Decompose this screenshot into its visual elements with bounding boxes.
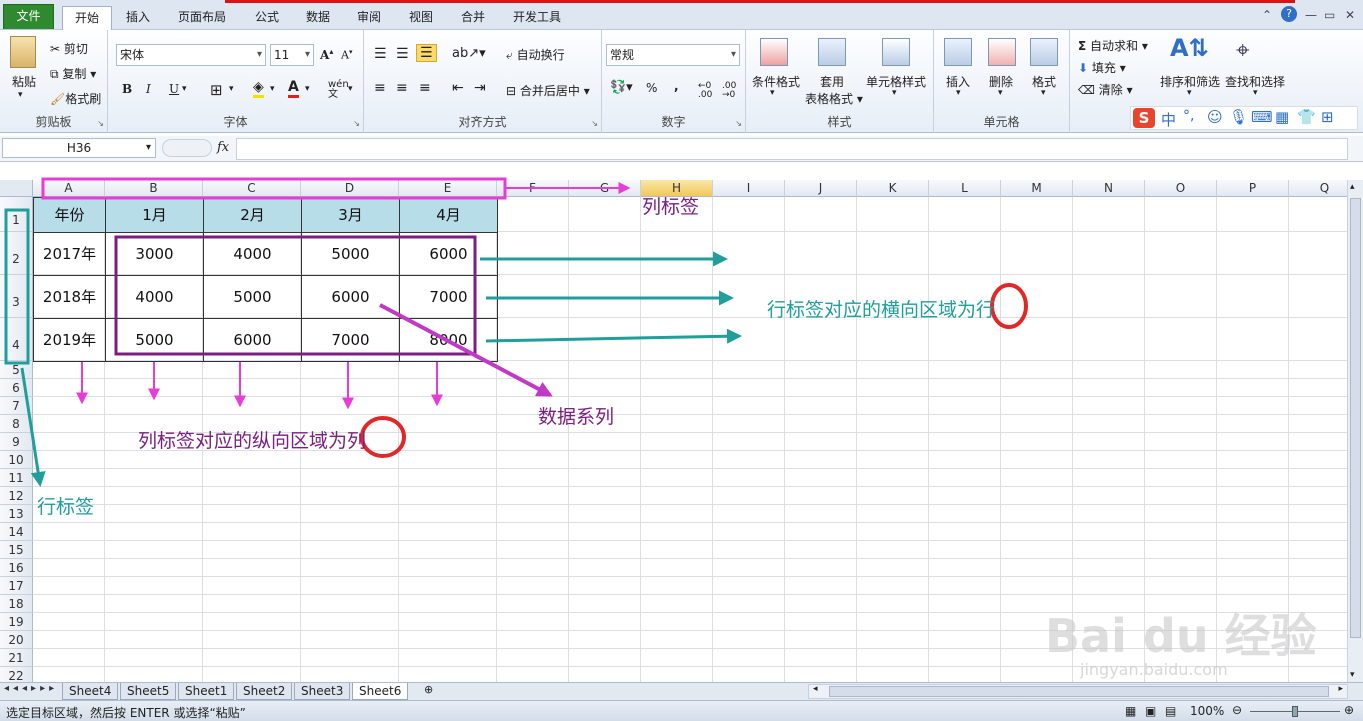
- scroll-right-icon[interactable]: ▸: [1338, 684, 1343, 694]
- status-bar: 选定目标区域，然后按 ENTER 或选择“粘贴” ▦ ▣ ▤ 100% ⊖ ⊕: [0, 700, 1363, 721]
- view-normal-icon[interactable]: ▦: [1125, 704, 1136, 718]
- scroll-up-icon[interactable]: ▴: [1350, 182, 1355, 192]
- annotation-row-region: 行标签对应的横向区域为行: [767, 299, 996, 321]
- horizontal-scrollbar[interactable]: ◂ ▸: [808, 684, 1348, 699]
- horizontal-scroll-thumb[interactable]: [829, 686, 1329, 697]
- scroll-down-icon[interactable]: ▾: [1350, 670, 1355, 680]
- excel-window: 文件 开始 插入 页面布局 公式 数据 审阅 视图 合并 开发工具 ⌃ ? — …: [0, 0, 1363, 721]
- vertical-scrollbar[interactable]: ▴ ▾: [1347, 180, 1363, 682]
- scroll-left-icon[interactable]: ◂: [813, 684, 818, 694]
- watermark-brand: Bai du 经验: [1045, 609, 1317, 663]
- column-header-highlight-box: [41, 177, 507, 200]
- zoom-slider-thumb[interactable]: [1292, 706, 1298, 717]
- row-header-highlight-box: [4, 208, 30, 365]
- arrow-data-series: [379, 303, 553, 397]
- view-page-layout-icon[interactable]: ▣: [1145, 704, 1156, 718]
- sheet-tab-sheet4[interactable]: Sheet4: [62, 683, 119, 700]
- arrow-row4: [485, 328, 742, 344]
- watermark-url: jingyan.baidu.com: [1080, 660, 1228, 679]
- sheet-tab-sheet2[interactable]: Sheet2: [236, 683, 293, 700]
- vertical-scroll-thumb[interactable]: [1350, 198, 1361, 638]
- annotation-row-label: 行标签: [37, 496, 95, 518]
- sheet-tab-sheet5[interactable]: Sheet5: [120, 683, 177, 700]
- sheet-nav-arrows[interactable]: ◂◂◂▸▸▸: [4, 683, 58, 694]
- circle-hang: [990, 283, 1028, 329]
- insert-sheet-icon[interactable]: ⊕: [424, 683, 433, 696]
- sheet-tab-sheet1[interactable]: Sheet1: [178, 683, 235, 700]
- data-series-box: [114, 235, 477, 356]
- circle-lie: [360, 416, 406, 458]
- zoom-in-icon[interactable]: ⊕: [1344, 703, 1354, 717]
- sheet-tab-sheet6[interactable]: Sheet6: [352, 683, 409, 700]
- view-page-break-icon[interactable]: ▤: [1165, 704, 1176, 718]
- sheet-tab-sheet3[interactable]: Sheet3: [294, 683, 351, 700]
- arrow-to-row-label: [20, 367, 46, 487]
- annotation-col-label: 列标签: [642, 196, 700, 218]
- zoom-out-icon[interactable]: ⊖: [1232, 703, 1242, 717]
- annotation-col-region: 列标签对应的纵向区域为列: [138, 430, 367, 452]
- status-message: 选定目标区域，然后按 ENTER 或选择“粘贴”: [6, 706, 246, 720]
- zoom-level[interactable]: 100%: [1190, 704, 1224, 718]
- annotation-data-series: 数据系列: [538, 406, 615, 428]
- sheet-tabs-bar: ◂◂◂▸▸▸ Sheet4 Sheet5 Sheet1 Sheet2 Sheet3 She…: [0, 682, 1363, 700]
